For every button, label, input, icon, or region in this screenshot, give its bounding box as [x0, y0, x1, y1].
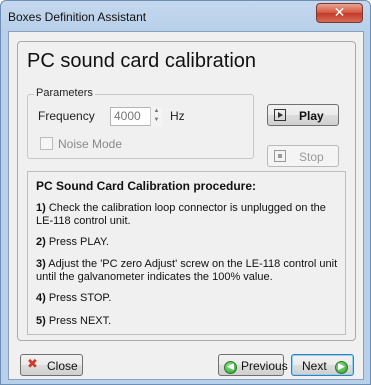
- window-close-button[interactable]: ✕: [316, 3, 363, 23]
- procedure-title: PC Sound Card Calibration procedure:: [36, 179, 257, 193]
- dialog-window: Boxes Definition Assistant ✕ PC sound ca…: [0, 0, 371, 385]
- arrow-right-icon: ▶: [335, 358, 348, 374]
- close-icon: ✕: [333, 5, 346, 21]
- parameters-legend: Parameters: [34, 87, 95, 99]
- step-text: Press NEXT.: [45, 315, 112, 327]
- procedure-box: PC Sound Card Calibration procedure: 1) …: [27, 171, 346, 335]
- procedure-step: 3) Adjust the 'PC zero Adjust' screw on …: [36, 258, 342, 284]
- procedure-step: 4) Press STOP.: [36, 292, 342, 305]
- step-text: Check the calibration loop connector is …: [36, 202, 326, 227]
- procedure-step: 2) Press PLAY.: [36, 236, 342, 249]
- step-text: Press PLAY.: [45, 236, 109, 248]
- play-button[interactable]: Play: [267, 104, 339, 126]
- stop-label: Stop: [299, 150, 324, 164]
- spinner-icon[interactable]: ▲ ▼: [150, 107, 162, 126]
- step-number: 3): [36, 258, 46, 270]
- close-label: Close: [47, 359, 78, 373]
- title-bar[interactable]: Boxes Definition Assistant ✕: [1, 1, 370, 31]
- next-label: Next: [302, 359, 327, 373]
- page-title: PC sound card calibration: [27, 50, 257, 72]
- noise-mode-label: Noise Mode: [58, 137, 123, 151]
- next-button[interactable]: Next ▶: [291, 354, 354, 376]
- window-title: Boxes Definition Assistant: [8, 10, 147, 24]
- stop-button[interactable]: Stop: [267, 145, 339, 167]
- play-icon: [274, 109, 286, 124]
- stop-icon: [274, 150, 286, 165]
- play-label: Play: [299, 109, 324, 123]
- previous-label: Previous: [241, 359, 288, 373]
- parameters-group: Parameters Frequency 4000 ▲ ▼ Hz Noise Mo…: [27, 87, 254, 159]
- previous-button[interactable]: ◀ Previous: [218, 354, 288, 376]
- procedure-step: 5) Press NEXT.: [36, 315, 342, 328]
- procedure-step: 1) Check the calibration loop connector …: [36, 202, 342, 228]
- step-text: Adjust the 'PC zero Adjust' screw on the…: [36, 258, 338, 283]
- frequency-unit: Hz: [170, 109, 185, 123]
- noise-mode-checkbox[interactable]: [40, 137, 53, 150]
- step-number: 4): [36, 292, 46, 304]
- close-button[interactable]: ✖ Close: [20, 354, 83, 376]
- step-text: Press STOP.: [45, 292, 112, 304]
- calibration-panel: PC sound card calibration Parameters Fre…: [17, 41, 356, 341]
- arrow-left-icon: ◀: [224, 358, 237, 374]
- step-number: 5): [36, 315, 46, 327]
- client-area: PC sound card calibration Parameters Fre…: [8, 31, 364, 380]
- frequency-label: Frequency: [38, 109, 95, 123]
- close-icon: ✖: [27, 357, 38, 372]
- step-number: 2): [36, 236, 46, 248]
- step-number: 1): [36, 202, 46, 214]
